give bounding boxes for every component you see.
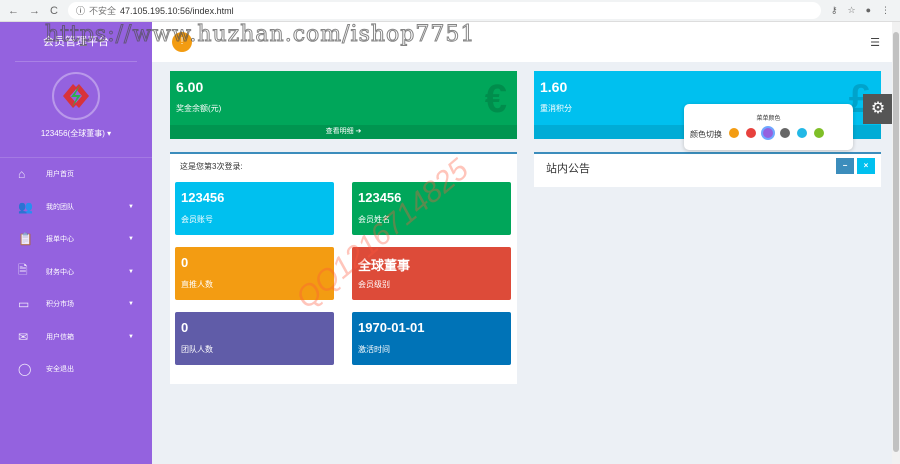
sidebar-item[interactable]: ⌂ 用户首页 (0, 158, 152, 191)
tile-value: 123456 (358, 190, 402, 205)
sidebar-item[interactable]: ✉ 用户信箱 ▼ (0, 321, 152, 354)
info-tile: 0 团队人数 (175, 312, 334, 365)
tile-label: 会员账号 (181, 215, 213, 224)
info-tile: 123456 会员账号 (175, 182, 334, 235)
color-swatch[interactable] (746, 128, 756, 138)
sidebar-item-icon: ✉ (18, 329, 29, 344)
notice-title: 站内公告 (546, 163, 590, 175)
tile-value: 0 (181, 255, 189, 270)
tile-value: 0 (181, 320, 189, 335)
sidebar-item-label: 我的团队 (46, 203, 74, 211)
caret-down-icon: ▼ (128, 236, 134, 243)
picker-title: 菜单颜色 (756, 116, 781, 122)
sidebar-item-label: 财务中心 (46, 268, 74, 276)
color-swatch[interactable] (729, 128, 739, 138)
info-icon: ⓘ (75, 6, 85, 16)
tile-value: 全球董事 (358, 258, 411, 273)
tile-label: 会员姓名 (358, 215, 390, 224)
scrollbar[interactable] (892, 22, 900, 464)
tile-label: 团队人数 (181, 345, 213, 354)
sidebar-item-label: 用户信箱 (46, 333, 74, 341)
tile-value: 123456 (181, 190, 225, 205)
sidebar: 会员管理平台 123456(全球董事) ▾ ⌂ 用户首页 👥 我的团队 ▼ 📋 报单中心 ▼ 🗎… (0, 22, 152, 464)
top-bar: ! ☰ (152, 22, 900, 62)
tile-label: 激活时间 (358, 345, 390, 354)
bonus-label: 奖金余额(元) (176, 104, 222, 113)
browser-bar: ← → C ⓘ 不安全 47.105.195.10:56/index.html … (0, 0, 900, 22)
color-swatch[interactable] (814, 128, 824, 138)
info-tile: 0 直推人数 (175, 247, 334, 300)
menu-icon[interactable]: ⋮ (881, 5, 890, 16)
color-swatch[interactable] (763, 128, 773, 138)
sidebar-item[interactable]: 📋 报单中心 ▼ (0, 223, 152, 256)
points-label: 重消积分 (540, 104, 572, 113)
reload-icon[interactable]: C (50, 5, 58, 17)
user-name: 123456(全球董事) (40, 129, 105, 138)
sidebar-item-icon: ⌂ (18, 167, 26, 182)
sidebar-title: 会员管理平台 (15, 22, 137, 62)
logo-icon (63, 84, 89, 108)
sidebar-item-icon: 📋 (18, 232, 33, 247)
bonus-balance-card: € 6.00 奖金余额(元) 查看明细 ➔ (170, 71, 517, 139)
avatar[interactable] (52, 72, 100, 120)
color-swatch[interactable] (780, 128, 790, 138)
info-tile: 全球董事 会员级别 (352, 247, 511, 300)
forward-icon[interactable]: → (29, 5, 40, 17)
picker-label: 颜色切换 (690, 129, 722, 139)
sidebar-item-label: 安全退出 (46, 366, 74, 374)
sidebar-item[interactable]: ▭ 积分市场 ▼ (0, 288, 152, 321)
sidebar-item-label: 报单中心 (46, 236, 74, 244)
tile-label: 直推人数 (181, 280, 213, 289)
notice-box: 站内公告 − × (534, 152, 881, 187)
sidebar-item[interactable]: 👥 我的团队 ▼ (0, 191, 152, 224)
back-icon[interactable]: ← (8, 5, 19, 17)
user-menu[interactable]: 123456(全球董事) ▾ (0, 128, 152, 139)
list-menu-icon[interactable]: ☰ (870, 36, 880, 49)
sidebar-item-icon: 🗎 (18, 263, 28, 278)
close-button[interactable]: × (857, 158, 875, 174)
sidebar-item-label: 用户首页 (46, 171, 74, 179)
login-info-box: 这是您第3次登录: 123456 会员账号 123456 会员姓名 0 直推人数 全球董事会… (170, 152, 517, 384)
color-picker-panel: 菜单颜色 颜色切换 (684, 104, 853, 150)
security-label: 不安全 (88, 6, 116, 16)
sidebar-item-icon: 👥 (18, 199, 33, 214)
sidebar-item[interactable]: 🗎 财务中心 ▼ (0, 256, 152, 289)
sidebar-item[interactable]: ◯ 安全退出 (0, 353, 152, 386)
profile-icon[interactable]: ● (866, 5, 871, 16)
sidebar-item-icon: ◯ (18, 362, 32, 377)
caret-down-icon: ▼ (128, 301, 134, 308)
color-swatch[interactable] (797, 128, 807, 138)
login-count-text: 这是您第3次登录: (180, 162, 243, 171)
tile-label: 会员级别 (358, 280, 390, 289)
points-value: 1.60 (540, 79, 568, 95)
euro-icon: € (484, 77, 507, 121)
bonus-value: 6.00 (176, 79, 204, 95)
caret-down-icon: ▼ (128, 333, 134, 340)
sidebar-item-label: 积分市场 (46, 301, 74, 309)
key-icon[interactable]: ⚷ (831, 5, 838, 16)
view-details-link[interactable]: 查看明细 ➔ (170, 125, 517, 139)
url-text: 47.105.195.10:56/index.html (119, 5, 234, 16)
caret-down-icon: ▼ (128, 268, 134, 275)
notification-icon[interactable]: ! (172, 32, 192, 52)
info-tile: 1970-01-01 激活时间 (352, 312, 511, 365)
settings-gear-icon[interactable]: ⚙ (863, 94, 893, 124)
caret-down-icon: ▼ (128, 203, 134, 210)
tile-value: 1970-01-01 (358, 320, 425, 335)
address-bar[interactable]: ⓘ 不安全 47.105.195.10:56/index.html (67, 2, 821, 19)
minimize-button[interactable]: − (836, 158, 854, 174)
star-icon[interactable]: ☆ (847, 5, 855, 16)
sidebar-item-icon: ▭ (18, 297, 30, 312)
info-tile: 123456 会员姓名 (352, 182, 511, 235)
